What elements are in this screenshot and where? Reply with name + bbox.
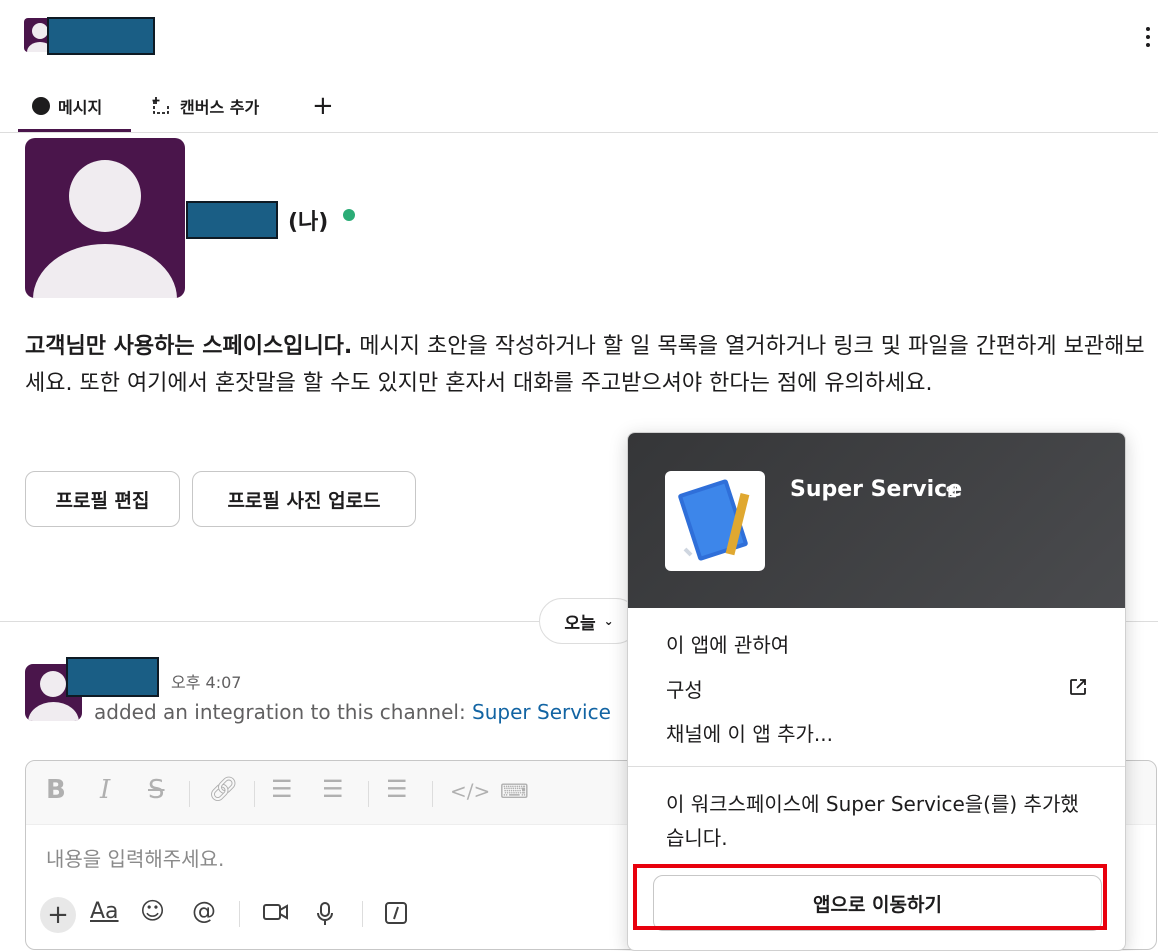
redacted-name-message bbox=[66, 657, 159, 697]
edit-profile-button[interactable]: 프로필 편집 bbox=[25, 471, 180, 527]
app-icon[interactable] bbox=[665, 471, 765, 571]
tab-canvas-label: 캔버스 추가 bbox=[180, 98, 260, 117]
menu-configure[interactable]: 구성 bbox=[666, 674, 1088, 703]
external-link-icon bbox=[1070, 679, 1086, 695]
bullet-list-icon[interactable]: ☰ bbox=[322, 775, 344, 803]
redacted-name-profile bbox=[186, 201, 278, 239]
emoji-icon[interactable]: ☺ bbox=[140, 897, 165, 925]
tab-messages-label: 메시지 bbox=[58, 98, 103, 117]
ordered-list-icon[interactable]: ☰ bbox=[271, 775, 293, 803]
message-body: added an integration to this channel: bbox=[94, 700, 473, 724]
upload-profile-photo-button[interactable]: 프로필 사진 업로드 bbox=[192, 471, 416, 527]
mention-icon[interactable]: @ bbox=[192, 897, 216, 925]
microphone-icon[interactable] bbox=[314, 901, 336, 927]
toolbar-separator bbox=[239, 901, 240, 927]
slash-command-icon[interactable] bbox=[384, 901, 408, 925]
popup-divider bbox=[628, 766, 1125, 767]
chevron-down-icon: ⌄ bbox=[603, 614, 614, 628]
link-icon[interactable]: 🔗︎ bbox=[208, 775, 238, 803]
toolbar-separator bbox=[368, 781, 369, 807]
code-icon[interactable]: </> bbox=[450, 779, 490, 803]
message-timestamp[interactable]: 오후 4:07 bbox=[171, 669, 241, 693]
menu-add-to-channel[interactable]: 채널에 이 앱 추가... bbox=[666, 718, 833, 747]
message-bubble-icon bbox=[32, 97, 50, 115]
bold-icon[interactable]: B bbox=[46, 775, 66, 805]
redacted-name-header bbox=[47, 17, 155, 55]
video-icon[interactable] bbox=[262, 901, 290, 923]
add-attachment-button[interactable]: + bbox=[40, 897, 76, 933]
tabs-divider bbox=[0, 132, 1158, 133]
intro-text: 고객님만 사용하는 스페이스입니다. 메시지 초안을 작성하거나 할 일 목록을… bbox=[25, 328, 1155, 402]
toolbar-separator bbox=[432, 781, 433, 807]
toolbar-separator bbox=[189, 781, 190, 807]
plus-icon: + bbox=[312, 91, 334, 121]
app-name: Super Service bbox=[790, 477, 963, 502]
profile-avatar[interactable] bbox=[25, 138, 185, 298]
strikethrough-icon[interactable]: S bbox=[148, 775, 165, 805]
canvas-add-icon bbox=[152, 97, 169, 114]
intro-bold: 고객님만 사용하는 스페이스입니다. bbox=[25, 334, 353, 359]
blockquote-icon[interactable]: ☰ bbox=[386, 775, 408, 803]
plus-icon: + bbox=[47, 900, 69, 930]
tab-add-button[interactable]: + bbox=[312, 86, 334, 126]
toolbar-separator bbox=[254, 781, 255, 807]
go-to-app-button[interactable]: 앱으로 이동하기 bbox=[653, 875, 1102, 931]
menu-configure-label: 구성 bbox=[666, 678, 703, 702]
date-divider-button[interactable]: 오늘 ⌄ bbox=[539, 598, 639, 644]
popup-note: 이 워크스페이스에 Super Service을(를) 추가했습니다. bbox=[666, 792, 1079, 850]
app-badge: 앱 bbox=[946, 485, 958, 499]
popup-header: Super Service 앱 bbox=[628, 433, 1125, 608]
tab-add-canvas[interactable]: 캔버스 추가 bbox=[150, 86, 259, 126]
tab-messages[interactable]: 메시지 bbox=[32, 86, 102, 126]
profile-me-label: (나) bbox=[288, 210, 329, 235]
message-input[interactable]: 내용을 입력해주세요. bbox=[46, 843, 224, 872]
menu-about-app[interactable]: 이 앱에 관하여 bbox=[666, 629, 789, 658]
text-format-icon[interactable]: Aa bbox=[90, 899, 119, 924]
date-label: 오늘 bbox=[564, 613, 596, 634]
toolbar-separator bbox=[362, 901, 363, 927]
italic-icon[interactable]: I bbox=[100, 775, 110, 805]
app-popup: Super Service 앱 이 앱에 관하여 구성 채널에 이 앱 추가..… bbox=[627, 432, 1126, 951]
kebab-icon[interactable] bbox=[1136, 20, 1158, 54]
code-block-icon[interactable]: ⌨ bbox=[500, 779, 529, 803]
online-status-dot bbox=[343, 209, 355, 221]
message-app-link[interactable]: Super Service bbox=[472, 700, 611, 724]
message-text: added an integration to this channel: Su… bbox=[94, 700, 611, 724]
